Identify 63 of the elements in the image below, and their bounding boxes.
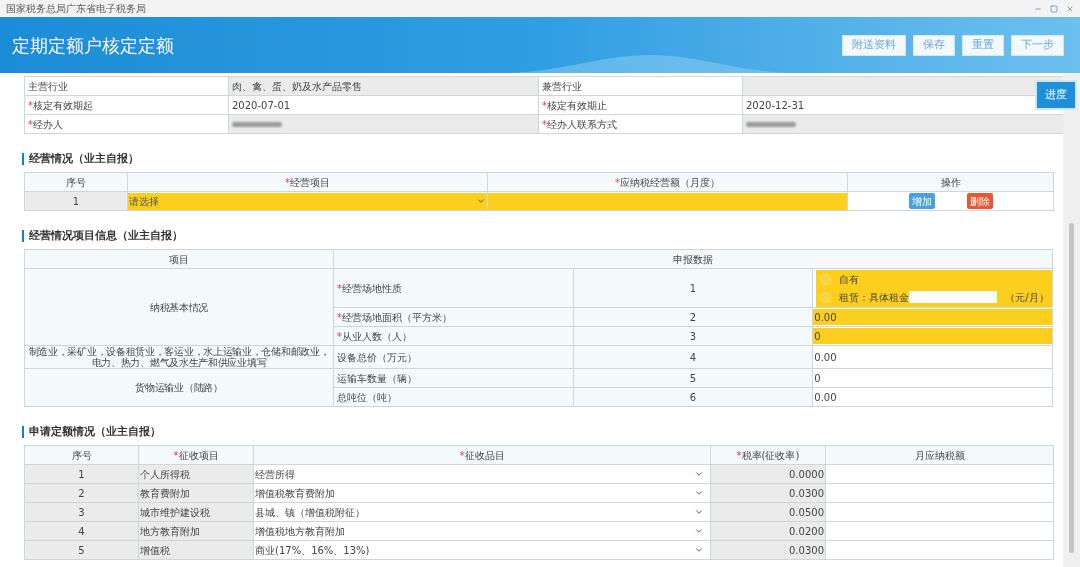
column-header: 月应纳税额 [914,449,965,461]
project-select[interactable]: 请选择 [128,192,487,210]
column-header: *应纳税经营额（月度） [615,176,720,188]
column-header: 操作 [940,176,961,188]
window-title: 国家税务总局广东省电子税务局 [6,2,146,16]
progress-button[interactable]: 进度 [1035,80,1077,110]
field-label: *经办人 [28,118,63,130]
field-label: 兼营行业 [542,80,582,92]
number-input[interactable]: 0 [813,328,1052,344]
restore-icon[interactable] [1050,4,1058,13]
group-label: 纳税基本情况 [149,301,209,313]
add-button[interactable]: 增加 [908,193,935,209]
value-text: 0 [813,372,822,384]
field-label: *核定有效期起 [28,99,93,111]
field-label: *经营场地面积（平方米） [337,311,452,323]
subitem-select[interactable]: 增值税地方教育附加 [254,523,710,539]
radio-button[interactable] [820,273,832,285]
section-title: 经营情况（业主自报） [29,150,139,167]
group-label: 制造业，采矿业，设备租赁业，客运业，水上运输业，仓储和邮政业，电力、热力、燃气及水生产和供应业填写 [28,346,330,368]
row-number: 5 [689,372,697,384]
group-label: 货物运输业（陆路） [135,382,223,393]
subitem-select[interactable]: 增值税教育费附加 [254,485,710,501]
value-text: 0.00 [813,391,838,403]
subitem-select[interactable]: 经营所得 [254,466,710,482]
field-value: 肉、禽、蛋、奶及水产品零售 [228,76,539,96]
radio-button[interactable] [820,291,832,303]
column-header: *征收品目 [459,449,505,461]
section-title: 申请定额情况（业主自报） [29,423,161,440]
column-header: *经营项目 [285,176,330,188]
field-label: 主营行业 [28,80,68,92]
row-number: 3 [689,330,697,342]
field-label: 运输车数量（辆） [337,372,417,384]
close-icon[interactable] [1066,4,1074,13]
scrollbar-thumb[interactable] [1069,223,1074,553]
section-title: 经营情况项目信息（业主自报） [29,227,183,244]
field-label: *从业人数（人） [337,330,412,342]
column-header: 申报数据 [673,253,713,265]
column-header: *税率(征收率) [736,449,800,461]
field-label: *经办人联系方式 [542,118,617,130]
number-input[interactable]: 0.00 [813,309,1052,325]
delete-button[interactable]: 删除 [966,193,993,209]
radio-label: 自有 [839,272,860,287]
column-header: 序号 [66,176,86,188]
amount-input[interactable] [488,192,847,210]
field-label: *核定有效期止 [542,99,607,111]
field-label: 总吨位（吨） [337,391,397,403]
column-header: *征收项目 [173,449,219,461]
chevron-down-icon [476,196,486,206]
subitem-select[interactable]: 县城、镇（增值税附征） [254,504,710,520]
column-header: 项目 [169,253,189,265]
row-number: 2 [689,311,697,323]
row-number: 1 [689,282,697,294]
radio-label: 租赁：具体租金 [839,290,910,305]
value-text: 0.00 [813,351,838,363]
page-title: 定期定额户核定定额 [12,33,174,58]
field-label: *经营场地性质 [337,282,402,294]
column-header: 序号 [71,449,92,461]
unit-label: （元/月） [1005,290,1049,305]
subitem-select[interactable]: 商业(17%、16%、13%) [254,542,710,558]
field-label: 设备总价（万元） [337,351,417,363]
rent-input[interactable] [909,291,998,303]
row-number: 4 [689,351,697,363]
row-number: 6 [689,391,697,403]
